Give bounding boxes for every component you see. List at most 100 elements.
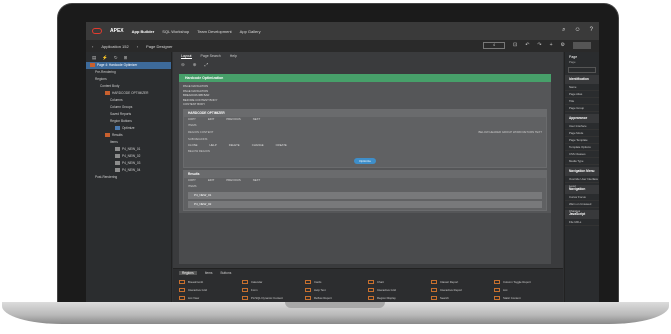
tree-node[interactable]: P4_NEW_04 bbox=[86, 167, 171, 174]
expand-icon[interactable]: ⤢ bbox=[205, 62, 209, 67]
gallery-component[interactable]: Classic Report bbox=[431, 279, 494, 285]
tree-node[interactable]: P4_NEW_01 bbox=[86, 146, 171, 153]
gallery-component[interactable]: Interactive Grid bbox=[368, 287, 431, 293]
tree-node[interactable]: Regions bbox=[86, 76, 171, 83]
gallery-component[interactable]: List View bbox=[179, 295, 242, 301]
gallery-component[interactable]: Reflow Report bbox=[305, 295, 368, 301]
tree-node[interactable]: Post-Rendering bbox=[86, 174, 171, 181]
tree-node[interactable]: Region Buttons bbox=[86, 118, 171, 125]
redo-icon[interactable]: ↷ bbox=[537, 42, 541, 49]
item-icon bbox=[115, 147, 120, 152]
menu-app-builder[interactable]: App Builder bbox=[132, 29, 155, 34]
property-field[interactable]: Warn on Unsaved Changes bbox=[565, 201, 599, 213]
zoom-in-icon[interactable]: ⊕ bbox=[193, 62, 197, 68]
gallery-component-label: Search bbox=[440, 296, 449, 300]
property-section-header[interactable]: Identification bbox=[565, 75, 599, 84]
tree-node[interactable]: Columns bbox=[86, 97, 171, 104]
save-button[interactable] bbox=[573, 42, 591, 49]
property-field[interactable]: Cursor Focus bbox=[565, 194, 599, 201]
dynamic-actions-icon[interactable]: ⚡ bbox=[102, 55, 108, 60]
page-selector[interactable]: 4 bbox=[482, 42, 505, 49]
gallery-component[interactable]: Search bbox=[431, 295, 494, 301]
property-field[interactable]: File URLs bbox=[565, 219, 599, 226]
property-field[interactable]: CSS Classes bbox=[565, 151, 599, 158]
slot-edit: EDIT bbox=[207, 178, 215, 182]
property-field[interactable]: Title bbox=[565, 98, 599, 105]
gallery-component[interactable]: Interactive Report bbox=[431, 287, 494, 293]
tree-node-label: Columns bbox=[110, 98, 123, 102]
tab-items[interactable]: Items bbox=[205, 271, 213, 275]
tree-node[interactable]: Page 4: Hardcode Optimizer bbox=[86, 62, 171, 69]
tree-node[interactable]: Pre-Rendering bbox=[86, 69, 171, 76]
page-region-header[interactable]: Hardcode Optimization bbox=[179, 74, 551, 82]
tree-node[interactable]: Saved Reports bbox=[86, 111, 171, 118]
property-section-header[interactable]: Navigation Menu bbox=[565, 167, 599, 176]
gallery-component[interactable]: Help Text bbox=[305, 287, 368, 293]
user-icon[interactable]: ☺ bbox=[575, 27, 581, 34]
tree-node[interactable]: P4_NEW_03 bbox=[86, 160, 171, 167]
processing-icon[interactable]: ↻ bbox=[114, 55, 118, 60]
tab-buttons[interactable]: Buttons bbox=[221, 271, 232, 275]
search-icon[interactable]: ⌕ bbox=[562, 27, 565, 34]
tree-node[interactable]: Results bbox=[86, 132, 171, 139]
property-field[interactable]: Media Type bbox=[565, 158, 599, 165]
gallery-component[interactable]: Form bbox=[242, 287, 305, 293]
menu-team-development[interactable]: Team Development bbox=[197, 29, 231, 34]
property-field[interactable]: Override User Interface Level bbox=[565, 176, 599, 188]
breadcrumb-app[interactable]: Application 152 bbox=[101, 44, 128, 49]
tab-layout[interactable]: Layout bbox=[181, 54, 192, 59]
utilities-icon[interactable]: ⚙ bbox=[561, 42, 565, 49]
property-field[interactable]: User Interface bbox=[565, 123, 599, 130]
property-field[interactable]: Name bbox=[565, 84, 599, 91]
gallery-component[interactable]: Chart bbox=[368, 279, 431, 285]
slot-copy: COPY bbox=[188, 178, 196, 182]
tree-node[interactable]: HARDCODE OPTIMIZER bbox=[86, 90, 171, 97]
gallery-component[interactable]: Interactive Grid bbox=[179, 287, 242, 293]
zoom-out-icon[interactable]: ⊖ bbox=[181, 62, 185, 68]
menu-sql-workshop[interactable]: SQL Workshop bbox=[162, 29, 189, 34]
undo-icon[interactable]: ↶ bbox=[525, 42, 529, 49]
optimize-button[interactable]: Optimize bbox=[354, 157, 376, 164]
tree-node[interactable]: P4_NEW_02 bbox=[86, 153, 171, 160]
tab-regions[interactable]: Regions bbox=[179, 271, 197, 275]
gallery-component[interactable]: PL/SQL Dynamic Content bbox=[242, 295, 305, 301]
gallery-component[interactable]: Static Content bbox=[494, 295, 557, 301]
property-section-header[interactable]: JavaScript bbox=[565, 210, 599, 219]
region-type-icon bbox=[368, 280, 374, 284]
tree-node[interactable]: Optimize bbox=[86, 125, 171, 132]
gallery-component[interactable]: Region Display bbox=[368, 295, 431, 301]
property-field[interactable]: Page Alias bbox=[565, 91, 599, 98]
page-item[interactable]: P4_NEW_01 bbox=[188, 191, 542, 199]
gallery-component[interactable]: List bbox=[494, 287, 557, 293]
region-type-icon bbox=[494, 280, 500, 284]
gallery-component[interactable]: Cards bbox=[305, 279, 368, 285]
tree-toolbar: ▤ ⚡ ↻ ⊞ bbox=[86, 52, 171, 62]
gallery-component[interactable]: Calendar bbox=[242, 279, 305, 285]
menu-app-gallery[interactable]: App Gallery bbox=[240, 29, 261, 34]
page-item[interactable]: P4_NEW_02 bbox=[188, 200, 542, 208]
property-field[interactable]: Page Group bbox=[565, 105, 599, 112]
property-filter-input[interactable] bbox=[568, 67, 596, 73]
tree-node[interactable]: Items bbox=[86, 139, 171, 146]
tab-help[interactable]: Help bbox=[230, 54, 237, 58]
gallery-component[interactable]: Column Toggle Report bbox=[494, 279, 557, 285]
help-icon[interactable]: ? bbox=[590, 27, 593, 34]
property-field[interactable]: Page Mode bbox=[565, 130, 599, 137]
results-region[interactable]: Results COPY EDIT PREVIOUS NEXT ITEMS P4… bbox=[183, 169, 547, 211]
hardcode-optimizer-region[interactable]: HARDCODE OPTIMIZER COPY EDIT PREVIOUS NE… bbox=[183, 108, 547, 168]
tree-node[interactable]: Column Groups bbox=[86, 104, 171, 111]
rendering-icon[interactable]: ▤ bbox=[92, 55, 96, 60]
gallery-component-label: Region Display bbox=[377, 296, 396, 300]
shared-components-icon[interactable]: ⊞ bbox=[124, 55, 128, 60]
property-section-header[interactable]: Appearance bbox=[565, 114, 599, 123]
lock-icon[interactable]: ⊡ bbox=[513, 42, 517, 49]
property-field[interactable]: Template Options bbox=[565, 144, 599, 151]
property-section-header[interactable]: Navigation bbox=[565, 185, 599, 194]
create-icon[interactable]: + bbox=[550, 42, 553, 49]
back-arrow-icon[interactable]: ‹ bbox=[92, 44, 93, 49]
tab-page-search[interactable]: Page Search bbox=[201, 54, 221, 58]
property-field[interactable]: Page Template bbox=[565, 137, 599, 144]
region-type-icon bbox=[305, 288, 311, 292]
gallery-component[interactable]: Breadcrumb bbox=[179, 279, 242, 285]
tree-node[interactable]: Content Body bbox=[86, 83, 171, 90]
